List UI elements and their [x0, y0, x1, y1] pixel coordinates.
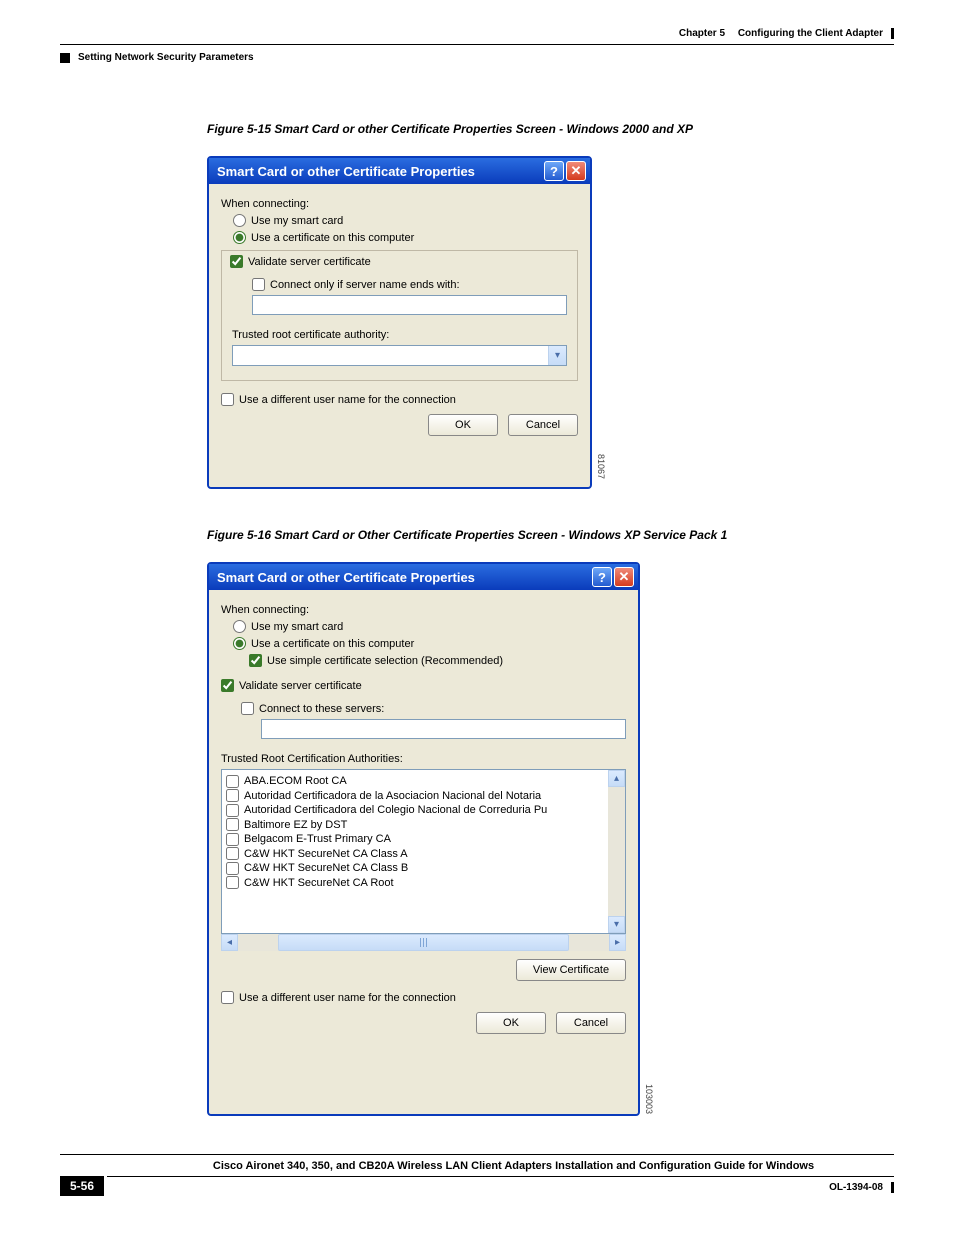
cancel-button[interactable]: Cancel	[556, 1012, 626, 1034]
ca-item-label: C&W HKT SecureNet CA Class A	[244, 848, 408, 860]
ca-item-label: C&W HKT SecureNet CA Root	[244, 877, 394, 889]
figure-caption-5-16: Figure 5-16 Smart Card or Other Certific…	[207, 528, 727, 542]
section-marker	[60, 53, 70, 63]
titlebar: Smart Card or other Certificate Properti…	[209, 564, 638, 590]
list-item[interactable]: Autoridad Certificadora de la Asociacion…	[226, 789, 604, 802]
checkbox-connect-servers[interactable]	[241, 702, 254, 715]
horizontal-scrollbar[interactable]: ◂ ▸	[221, 934, 626, 951]
when-connecting-label: When connecting:	[221, 604, 626, 616]
list-item[interactable]: Belgacom E-Trust Primary CA	[226, 833, 604, 846]
radio-smart-card[interactable]	[233, 620, 246, 633]
checkbox-validate-server[interactable]	[230, 255, 243, 268]
servers-input[interactable]	[261, 719, 626, 739]
titlebar: Smart Card or other Certificate Properti…	[209, 158, 590, 184]
ca-item-label: Autoridad Certificadora del Colegio Naci…	[244, 804, 547, 816]
radio-smart-card[interactable]	[233, 214, 246, 227]
footer-rule	[60, 1154, 894, 1155]
ca-checkbox[interactable]	[226, 804, 239, 817]
view-certificate-button[interactable]: View Certificate	[516, 959, 626, 981]
checkbox-diff-username-label: Use a different user name for the connec…	[239, 394, 456, 406]
running-header: Chapter 5 Configuring the Client Adapter	[679, 28, 894, 39]
ca-item-label: Baltimore EZ by DST	[244, 819, 347, 831]
trusted-root-listbox[interactable]: ABA.ECOM Root CA Autoridad Certificadora …	[221, 769, 626, 934]
checkbox-diff-username[interactable]	[221, 991, 234, 1004]
trusted-root-combo[interactable]: ▾	[232, 345, 567, 366]
cancel-button[interactable]: Cancel	[508, 414, 578, 436]
trusted-root-auth-label: Trusted Root Certification Authorities:	[221, 753, 626, 765]
chapter-number: Chapter 5	[679, 28, 725, 39]
list-item[interactable]: C&W HKT SecureNet CA Class A	[226, 847, 604, 860]
dialog-title: Smart Card or other Certificate Properti…	[217, 570, 475, 585]
ca-item-label: Autoridad Certificadora de la Asociacion…	[244, 790, 541, 802]
list-item[interactable]: C&W HKT SecureNet CA Root	[226, 876, 604, 889]
radio-cert-computer-label: Use a certificate on this computer	[251, 232, 414, 244]
checkbox-validate-server[interactable]	[221, 679, 234, 692]
figure-id-1: 81067	[596, 454, 606, 479]
radio-smart-card-label: Use my smart card	[251, 215, 343, 227]
vertical-scrollbar[interactable]: ▴ ▾	[608, 770, 625, 933]
radio-cert-computer[interactable]	[233, 231, 246, 244]
dialog-title: Smart Card or other Certificate Properti…	[217, 164, 475, 179]
page-number-badge: 5-56	[60, 1176, 104, 1196]
footer-rule-2	[107, 1176, 894, 1177]
trusted-root-label: Trusted root certificate authority:	[232, 329, 567, 341]
radio-smart-card-label: Use my smart card	[251, 621, 343, 633]
figure-id-2: 103003	[644, 1084, 654, 1114]
dialog-cert-props-xpsp1: Smart Card or other Certificate Properti…	[207, 562, 640, 1116]
list-item[interactable]: Autoridad Certificadora del Colegio Naci…	[226, 804, 604, 817]
ca-checkbox[interactable]	[226, 862, 239, 875]
help-icon[interactable]: ?	[592, 567, 612, 587]
header-rule	[60, 44, 894, 45]
ok-button[interactable]: OK	[428, 414, 498, 436]
checkbox-simple-selection[interactable]	[249, 654, 262, 667]
ca-checkbox[interactable]	[226, 833, 239, 846]
checkbox-validate-server-label: Validate server certificate	[239, 680, 362, 692]
figure-caption-5-15: Figure 5-15 Smart Card or other Certific…	[207, 122, 693, 136]
ca-checkbox[interactable]	[226, 818, 239, 831]
footer-guide-title: Cisco Aironet 340, 350, and CB20A Wirele…	[133, 1160, 894, 1172]
when-connecting-label: When connecting:	[221, 198, 578, 210]
ca-checkbox[interactable]	[226, 775, 239, 788]
help-icon[interactable]: ?	[544, 161, 564, 181]
ok-button[interactable]: OK	[476, 1012, 546, 1034]
list-item[interactable]: ABA.ECOM Root CA	[226, 775, 604, 788]
ca-item-label: Belgacom E-Trust Primary CA	[244, 833, 391, 845]
checkbox-simple-selection-label: Use simple certificate selection (Recomm…	[267, 655, 503, 667]
ca-item-label: ABA.ECOM Root CA	[244, 775, 347, 787]
scroll-down-icon[interactable]: ▾	[608, 916, 625, 933]
validate-fieldset: Validate server certificate Connect only…	[221, 250, 578, 381]
chapter-title: Configuring the Client Adapter	[738, 28, 883, 39]
scroll-left-icon[interactable]: ◂	[221, 934, 238, 951]
radio-cert-computer[interactable]	[233, 637, 246, 650]
close-icon[interactable]: ✕	[566, 161, 586, 181]
chevron-down-icon[interactable]: ▾	[548, 346, 566, 365]
ca-item-label: C&W HKT SecureNet CA Class B	[244, 862, 408, 874]
checkbox-validate-server-label: Validate server certificate	[248, 256, 371, 268]
ca-checkbox[interactable]	[226, 847, 239, 860]
close-icon[interactable]: ✕	[614, 567, 634, 587]
checkbox-diff-username[interactable]	[221, 393, 234, 406]
ca-checkbox[interactable]	[226, 789, 239, 802]
doc-ol-number: OL-1394-08	[829, 1182, 894, 1193]
scroll-right-icon[interactable]: ▸	[609, 934, 626, 951]
checkbox-connect-servers-label: Connect to these servers:	[259, 703, 384, 715]
checkbox-diff-username-label: Use a different user name for the connec…	[239, 992, 456, 1004]
list-item[interactable]: C&W HKT SecureNet CA Class B	[226, 862, 604, 875]
section-heading: Setting Network Security Parameters	[78, 52, 254, 63]
checkbox-connect-only-if-label: Connect only if server name ends with:	[270, 279, 460, 291]
list-item[interactable]: Baltimore EZ by DST	[226, 818, 604, 831]
ca-checkbox[interactable]	[226, 876, 239, 889]
dialog-cert-props-win2000xp: Smart Card or other Certificate Properti…	[207, 156, 592, 489]
radio-cert-computer-label: Use a certificate on this computer	[251, 638, 414, 650]
server-name-input[interactable]	[252, 295, 567, 315]
checkbox-connect-only-if[interactable]	[252, 278, 265, 291]
scroll-up-icon[interactable]: ▴	[608, 770, 625, 787]
scroll-thumb[interactable]	[278, 934, 569, 951]
